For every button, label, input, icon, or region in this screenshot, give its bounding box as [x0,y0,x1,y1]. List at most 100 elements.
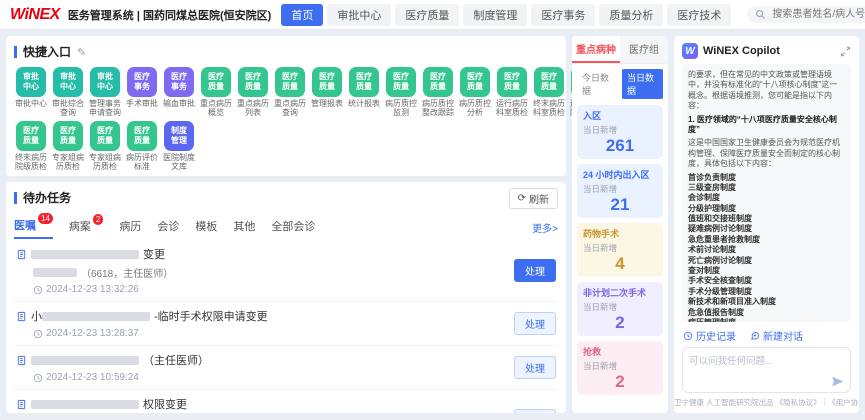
quick-entry-tile[interactable]: 医疗事务 输血审批 [162,67,196,118]
expand-icon[interactable] [840,46,851,57]
more-link[interactable]: 更多> [532,220,558,235]
quick-entry-tile[interactable]: 医疗质量 重点病历列表 [236,67,270,118]
nav-tab[interactable]: 质量分析 [599,4,663,26]
stat-card[interactable]: 药物手术 当日新增 4 [577,223,663,277]
nav-tab[interactable]: 医疗质量 [395,4,459,26]
todo-panel: 待办任务 ⟳ 刷新 医嘱14 病案2 病历 [6,182,566,413]
copilot-input[interactable] [682,347,851,393]
tile-icon: 医疗质量 [201,67,231,97]
core-system-item: 死亡病例讨论制度 [688,256,845,266]
todo-item[interactable]: 小 -临时手术权限申请变更 [14,302,558,346]
nav-tab[interactable]: 首页 [281,4,323,26]
stat-card[interactable]: 抢救 当日新增 2 [577,341,663,395]
stats-tab[interactable]: 医疗组 [620,36,668,63]
todo-tab[interactable]: 全部会诊 [271,216,315,238]
core-system-item: 危急值报告制度 [688,308,845,318]
clock-icon [33,285,43,295]
quick-entry-tile[interactable]: 医疗质量 专家组病历质检 [88,121,122,172]
handle-button[interactable]: 处理 [514,356,556,379]
todo-item-title: （主任医师） [143,352,209,368]
stats-subtabs: 今日数据 当日数据 [572,64,668,101]
refresh-button[interactable]: ⟳ 刷新 [509,188,558,209]
stat-card[interactable]: 24 小时内出入区 当日新增 21 [577,164,663,218]
tile-label: 审批综合查询 [51,99,85,118]
handle-button[interactable]: 处理 [514,312,556,335]
quick-entry-tile[interactable]: 审批中心 管理事务申请查询 [88,67,122,118]
stat-card-title: 药物手术 [583,229,657,240]
quick-entry-tile[interactable]: 医疗质量 重点病历概览 [199,67,233,118]
handle-button[interactable]: 处理 [514,259,556,282]
quick-entry-tile[interactable]: 医疗质量 运行病历科室质检 [495,67,529,118]
nav-tab[interactable]: 医疗事务 [531,4,595,26]
stat-card-value: 2 [583,372,657,392]
quick-entry-tile[interactable]: 医疗质量 专家组病历质检 [51,121,85,172]
new-chat-button[interactable]: 新建对话 [750,328,803,343]
handle-button[interactable]: 处理 [514,409,556,413]
quick-entry-tile[interactable]: 医疗质量 重点病历查询 [273,67,307,118]
global-search[interactable] [747,6,865,23]
nav-tab[interactable]: 医疗技术 [667,4,731,26]
stat-card-value: 21 [583,195,657,215]
tile-icon: 医疗质量 [460,67,490,97]
core-system-item: 手术安全核查制度 [688,276,845,286]
todo-item[interactable]: 权限变更 （主任医师） 2024-12-19 14:28:38 [14,390,558,413]
tile-icon: 医疗质量 [90,121,120,151]
history-button[interactable]: 历史记录 [683,328,736,343]
todo-tab[interactable]: 会诊 [157,216,179,238]
tile-label: 管理报表 [310,99,344,118]
tile-icon: 医疗事务 [164,67,194,97]
tile-icon: 医疗质量 [497,67,527,97]
tile-icon: 医疗质量 [534,67,564,97]
document-icon [16,311,27,322]
tile-icon: 医疗质量 [423,67,453,97]
quick-entry-tile[interactable]: 医疗事务 手术审批 [125,67,159,118]
redacted-text [31,356,139,365]
core-system-item: 急危重患者抢救制度 [688,235,845,245]
stats-panel: 重点病种 医疗组 今日数据 当日数据 入区 当日新增 261 24 小时内出入区 [572,36,668,413]
copilot-textarea[interactable] [683,348,850,376]
quick-entry-tile[interactable]: 审批中心 审批中心 [14,67,48,118]
quick-entry-tile[interactable]: 医疗质量 统计报表 [347,67,381,118]
nav-tab[interactable]: 审批中心 [327,4,391,26]
copilot-title: WiNEX Copilot [703,45,780,57]
stat-card[interactable]: 入区 当日新增 261 [577,105,663,159]
todo-tab[interactable]: 病历 [119,216,141,238]
todo-tab[interactable]: 其他 [233,216,255,238]
stats-tab[interactable]: 重点病种 [572,36,620,63]
todo-tab[interactable]: 模板 [195,216,217,238]
stat-card-caption: 当日新增 [583,301,657,313]
send-icon[interactable] [831,375,844,388]
stats-subtab[interactable]: 当日数据 [622,69,663,99]
stat-card-title: 非计划二次手术 [583,288,657,299]
stat-card-caption: 当日新增 [583,183,657,195]
copilot-message: 的要求，但在常见的中文政策或管理语境中，并没有标准化的“十八项核心制度”这一概念… [682,64,851,322]
quick-entry-tile[interactable]: 医疗质量 病历评价标准 [125,121,159,172]
stats-subtab[interactable]: 今日数据 [577,69,618,99]
chat-bubble-icon [750,331,760,341]
quick-entry-tile[interactable]: 医疗质量 终末病历院级质检 [14,121,48,172]
search-input[interactable] [770,8,865,21]
edit-icon[interactable]: ✎ [77,46,86,59]
stat-card[interactable]: 非计划二次手术 当日新增 2 [577,282,663,336]
clock-icon [33,373,43,383]
tile-icon: 医疗质量 [275,67,305,97]
todo-item[interactable]: （主任医师） 2024-12-23 10:59:24 [14,346,558,390]
quick-entry-tile[interactable]: 医疗质量 病历质控整改跟踪 [421,67,455,118]
quick-entry-tile[interactable]: 医疗质量 管理报表 [310,67,344,118]
tile-label: 病历质控分析 [458,99,492,118]
stat-card-caption: 当日新增 [583,360,657,372]
todo-item[interactable]: 变更 （6618，主任医师） 2024-12-23 13:32:26 [14,240,558,302]
quick-entry-tile[interactable]: 医疗质量 终末病历科室质检 [532,67,566,118]
history-icon [683,331,693,341]
core-system-item: 查对制度 [688,266,845,276]
quick-entry-tile[interactable]: 制度管理 医院制度文库 [162,121,196,172]
todo-tab[interactable]: 病案2 [69,216,103,238]
todo-item-time: 2024-12-23 10:59:24 [46,372,139,383]
todo-tab[interactable]: 医嘱14 [14,215,53,239]
tile-icon: 医疗质量 [386,67,416,97]
quick-entry-tile[interactable]: 医疗质量 病历质控分析 [458,67,492,118]
nav-tab[interactable]: 制度管理 [463,4,527,26]
quick-entry-tile[interactable]: 审批中心 审批综合查询 [51,67,85,118]
tile-icon: 医疗事务 [127,67,157,97]
quick-entry-tile[interactable]: 医疗质量 病历质控监测 [384,67,418,118]
